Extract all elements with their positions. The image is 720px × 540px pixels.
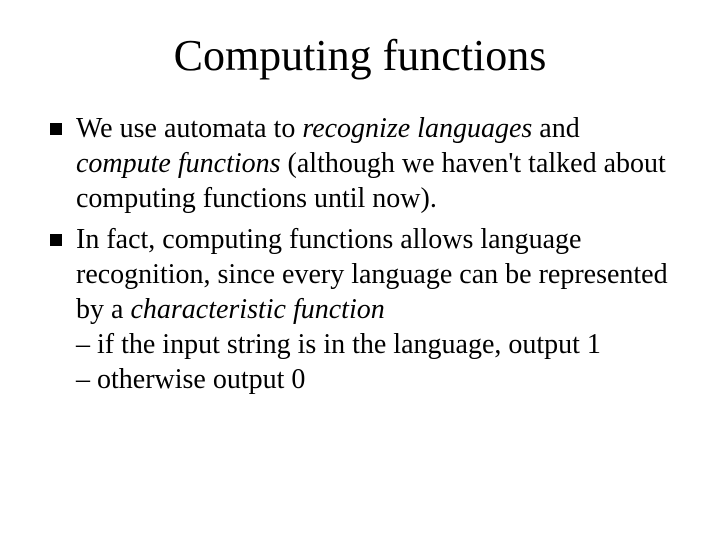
slide-title: Computing functions (50, 30, 670, 81)
square-bullet-icon (50, 234, 62, 246)
bullet-text: We use automata to recognize languages a… (76, 111, 670, 216)
bullet-item: We use automata to recognize languages a… (50, 111, 670, 216)
bullet-text: In fact, computing functions allows lang… (76, 222, 670, 397)
square-bullet-icon (50, 123, 62, 135)
text-run-italic: characteristic function (130, 294, 384, 325)
text-run: and (532, 113, 579, 144)
bullet-item: In fact, computing functions allows lang… (50, 222, 670, 397)
text-run-italic: compute functions (76, 148, 281, 179)
slide-body: We use automata to recognize languages a… (50, 111, 670, 397)
text-run-italic: recognize languages (302, 113, 532, 144)
text-run: We use automata to (76, 113, 302, 144)
slide: Computing functions We use automata to r… (0, 0, 720, 540)
sub-line: – otherwise output 0 (76, 362, 670, 397)
sub-line: – if the input string is in the language… (76, 327, 670, 362)
